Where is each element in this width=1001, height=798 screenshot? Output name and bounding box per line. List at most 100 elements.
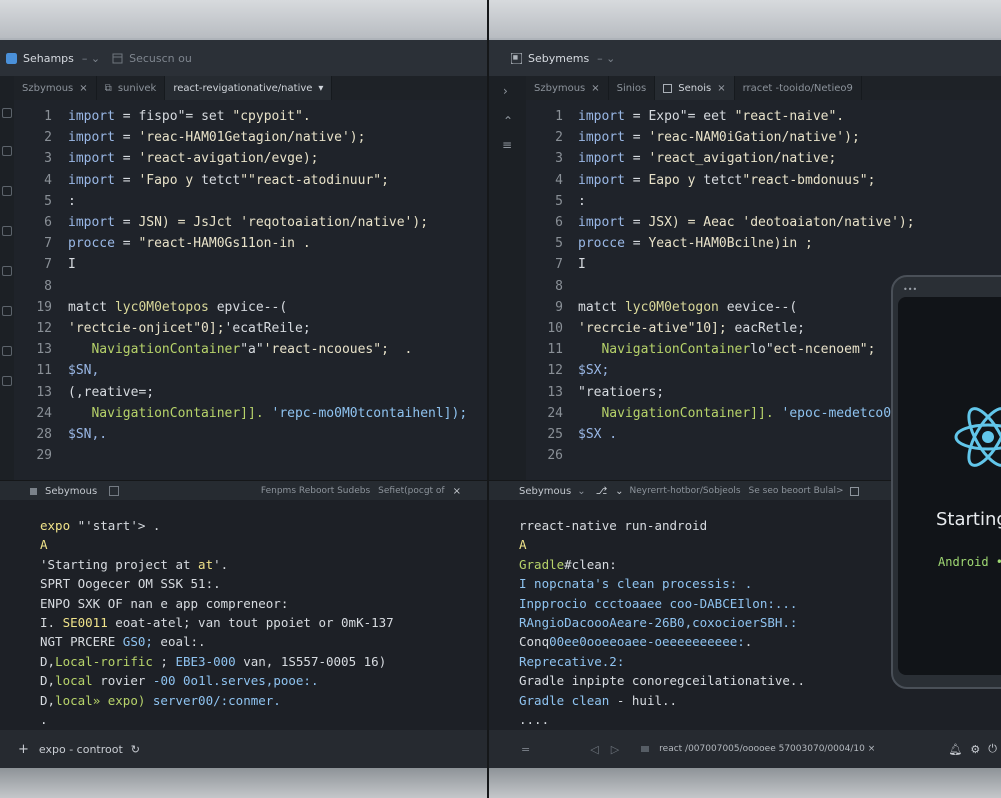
- extensions-icon[interactable]: [2, 266, 12, 276]
- add-icon[interactable]: +: [18, 742, 29, 757]
- branch-icon[interactable]: [2, 186, 12, 196]
- left-terminal[interactable]: expo "'start'> . A 'Starting project at at…: [0, 500, 487, 730]
- code-token: :: [578, 193, 586, 209]
- right-terminal-title[interactable]: Sebymous: [519, 486, 571, 497]
- code-token: tetct: [201, 172, 241, 188]
- prev-icon[interactable]: ◁: [590, 743, 598, 756]
- code-line[interactable]: 19 matct lyc0M0etopos epvice--(: [14, 297, 487, 318]
- account-icon[interactable]: [2, 346, 12, 356]
- split-editor-icon[interactable]: ⧉: [105, 83, 112, 94]
- code-token: "react-naive".: [734, 109, 845, 124]
- tab-rracet[interactable]: rracet -tooido/Netieo9: [735, 76, 862, 100]
- code-line[interactable]: 11 $SN,: [14, 360, 487, 381]
- code-line[interactable]: 6 import = JSN) = JsJct 'reqotoaiation/na…: [14, 212, 487, 233]
- terminal-square-icon: [30, 487, 37, 495]
- code-line[interactable]: 7I: [526, 254, 1001, 275]
- tab-sinios[interactable]: Sinios: [609, 76, 656, 100]
- desktop-background-bottom: [0, 768, 1001, 798]
- code-line[interactable]: 3 import = 'react-avigation/evge);: [14, 148, 487, 169]
- close-icon[interactable]: ×: [453, 486, 461, 497]
- code-line[interactable]: 13 NavigationContainer"a"'react-ncooues"…: [14, 339, 487, 360]
- power-icon[interactable]: ⏻: [988, 742, 997, 756]
- tab-label: rracet -tooido/Netieo9: [742, 82, 853, 94]
- chevron-up-icon[interactable]: ⌃: [503, 114, 513, 128]
- chevron-down-icon[interactable]: ⌄: [615, 486, 623, 497]
- code-line[interactable]: 1 import = Expo"= eet "react-naive".: [526, 106, 1001, 127]
- tab-react-navigation[interactable]: react-revigationative/native ▾: [165, 76, 333, 100]
- code-line[interactable]: 2 import = 'reac-NAM0iGation/native');: [526, 127, 1001, 148]
- code-token: "=: [177, 109, 202, 124]
- line-number: 25: [547, 427, 563, 442]
- tab-szbymous[interactable]: Szbymous ×: [526, 76, 609, 100]
- maximize-icon[interactable]: [849, 486, 859, 496]
- code-line[interactable]: 5 procce = Yeact-HAM0Bcilne)in ;: [526, 233, 1001, 254]
- menu-icon[interactable]: ≡: [502, 138, 512, 152]
- code-line[interactable]: 8: [14, 276, 487, 297]
- next-icon[interactable]: ▷: [611, 743, 619, 756]
- right-terminal-info-b[interactable]: Se seo beoort Bulal>: [749, 486, 844, 496]
- code-token: :: [68, 193, 76, 209]
- desktop-background-top: [0, 0, 1001, 38]
- left-terminal-title[interactable]: Sebymous: [45, 486, 97, 497]
- code-line[interactable]: 29: [14, 445, 487, 466]
- equals-icon[interactable]: =: [521, 743, 530, 756]
- settings-icon[interactable]: [2, 306, 12, 316]
- code-text: import = 'Fapo y tetct""react-atodinuur"…: [68, 170, 389, 191]
- chevron-down-icon[interactable]: ▾: [318, 83, 323, 94]
- code-line[interactable]: 3 import = 'react_avigation/native;: [526, 148, 1001, 169]
- record-icon[interactable]: [641, 746, 650, 752]
- line-number: 26: [547, 448, 563, 464]
- settings-icon[interactable]: ⚙: [970, 743, 980, 756]
- code-line[interactable]: 5:: [14, 191, 487, 212]
- code-token: NavigationContainer: [68, 342, 241, 358]
- code-line[interactable]: 7I: [14, 254, 487, 275]
- code-line[interactable]: 7 procce = "react-HAM0Gs11on-in .: [14, 233, 487, 254]
- code-line[interactable]: 28 $SN,.: [14, 424, 487, 445]
- chevron-right-icon[interactable]: ›: [503, 84, 508, 98]
- phone-simulator[interactable]: ••• Starting Android •: [891, 275, 1001, 689]
- tab-split[interactable]: ⧉ sunivek: [97, 76, 166, 100]
- right-status-text[interactable]: react /007007005/ooooee 57003070/0004/10…: [659, 744, 875, 754]
- code-line[interactable]: 2 import = 'reac-HAM01Getagion/native');: [14, 127, 487, 148]
- code-token: import: [68, 109, 115, 124]
- right-terminal-info-a[interactable]: Neyrerrt-hotbor/Sobjeols: [630, 486, 741, 496]
- search-icon[interactable]: [2, 146, 12, 156]
- tab-szbymous[interactable]: Szbymous ×: [14, 76, 97, 100]
- close-icon[interactable]: ×: [79, 83, 87, 94]
- code-token: 'react_avigation/native;: [648, 151, 837, 167]
- code-token: lo": [750, 342, 774, 358]
- layout-icon[interactable]: [112, 53, 123, 64]
- code-line[interactable]: 4 import = 'Fapo y tetct""react-atodinuur…: [14, 170, 487, 191]
- code-token: NavigationContainer: [578, 342, 751, 358]
- chevron-down-icon[interactable]: ⌄: [577, 486, 585, 497]
- left-status-text[interactable]: expo - controot: [39, 743, 123, 756]
- debug-icon[interactable]: [2, 226, 12, 236]
- code-text: 'rectcie-onjicet"0];'ecatReile;: [68, 318, 311, 339]
- files-icon[interactable]: [2, 108, 12, 118]
- git-icon[interactable]: ⎇: [596, 486, 608, 497]
- left-terminal-info-b[interactable]: Sefiet(pocgt of: [378, 486, 444, 496]
- code-line[interactable]: 4 import = Eapo y tetct"react-bmdonuus";: [526, 170, 1001, 191]
- refresh-icon[interactable]: ↻: [131, 743, 140, 756]
- phone-platform-label: Android •: [938, 555, 1001, 569]
- terminal-token: local: [55, 673, 93, 689]
- code-line[interactable]: 12 'rectcie-onjicet"0];'ecatReile;: [14, 318, 487, 339]
- right-title-separator: – ⌄: [597, 51, 616, 65]
- phone-screen[interactable]: Starting Android •: [898, 297, 1001, 675]
- code-line[interactable]: 5:: [526, 191, 1001, 212]
- line-number: 3: [555, 151, 563, 167]
- code-line[interactable]: 1 import = fispo"= set "cpypoit".: [14, 106, 487, 127]
- code-line[interactable]: 13 (,reative=;: [14, 382, 487, 403]
- code-line[interactable]: 24 NavigationContainer]]. 'repc-mo0M0tco…: [14, 403, 487, 424]
- tab-senois[interactable]: Senois ×: [655, 76, 735, 100]
- left-code-editor[interactable]: 1 import = fispo"= set "cpypoit". 2 import …: [14, 100, 487, 480]
- terminal-tab-icon[interactable]: [109, 486, 120, 496]
- close-icon[interactable]: ×: [591, 83, 599, 94]
- panel-icon[interactable]: [2, 376, 12, 386]
- left-terminal-info-a[interactable]: Fenpms Reboort Sudebs: [261, 486, 370, 496]
- bell-icon[interactable]: 🔔︎: [948, 743, 962, 756]
- react-logo-icon: [954, 407, 1001, 467]
- code-line[interactable]: 6 import = JSX) = Aeac 'deotoaiaton/nativ…: [526, 212, 1001, 233]
- close-icon[interactable]: ×: [717, 83, 725, 94]
- terminal-token: I nopcnata's clean processis: .: [519, 576, 753, 592]
